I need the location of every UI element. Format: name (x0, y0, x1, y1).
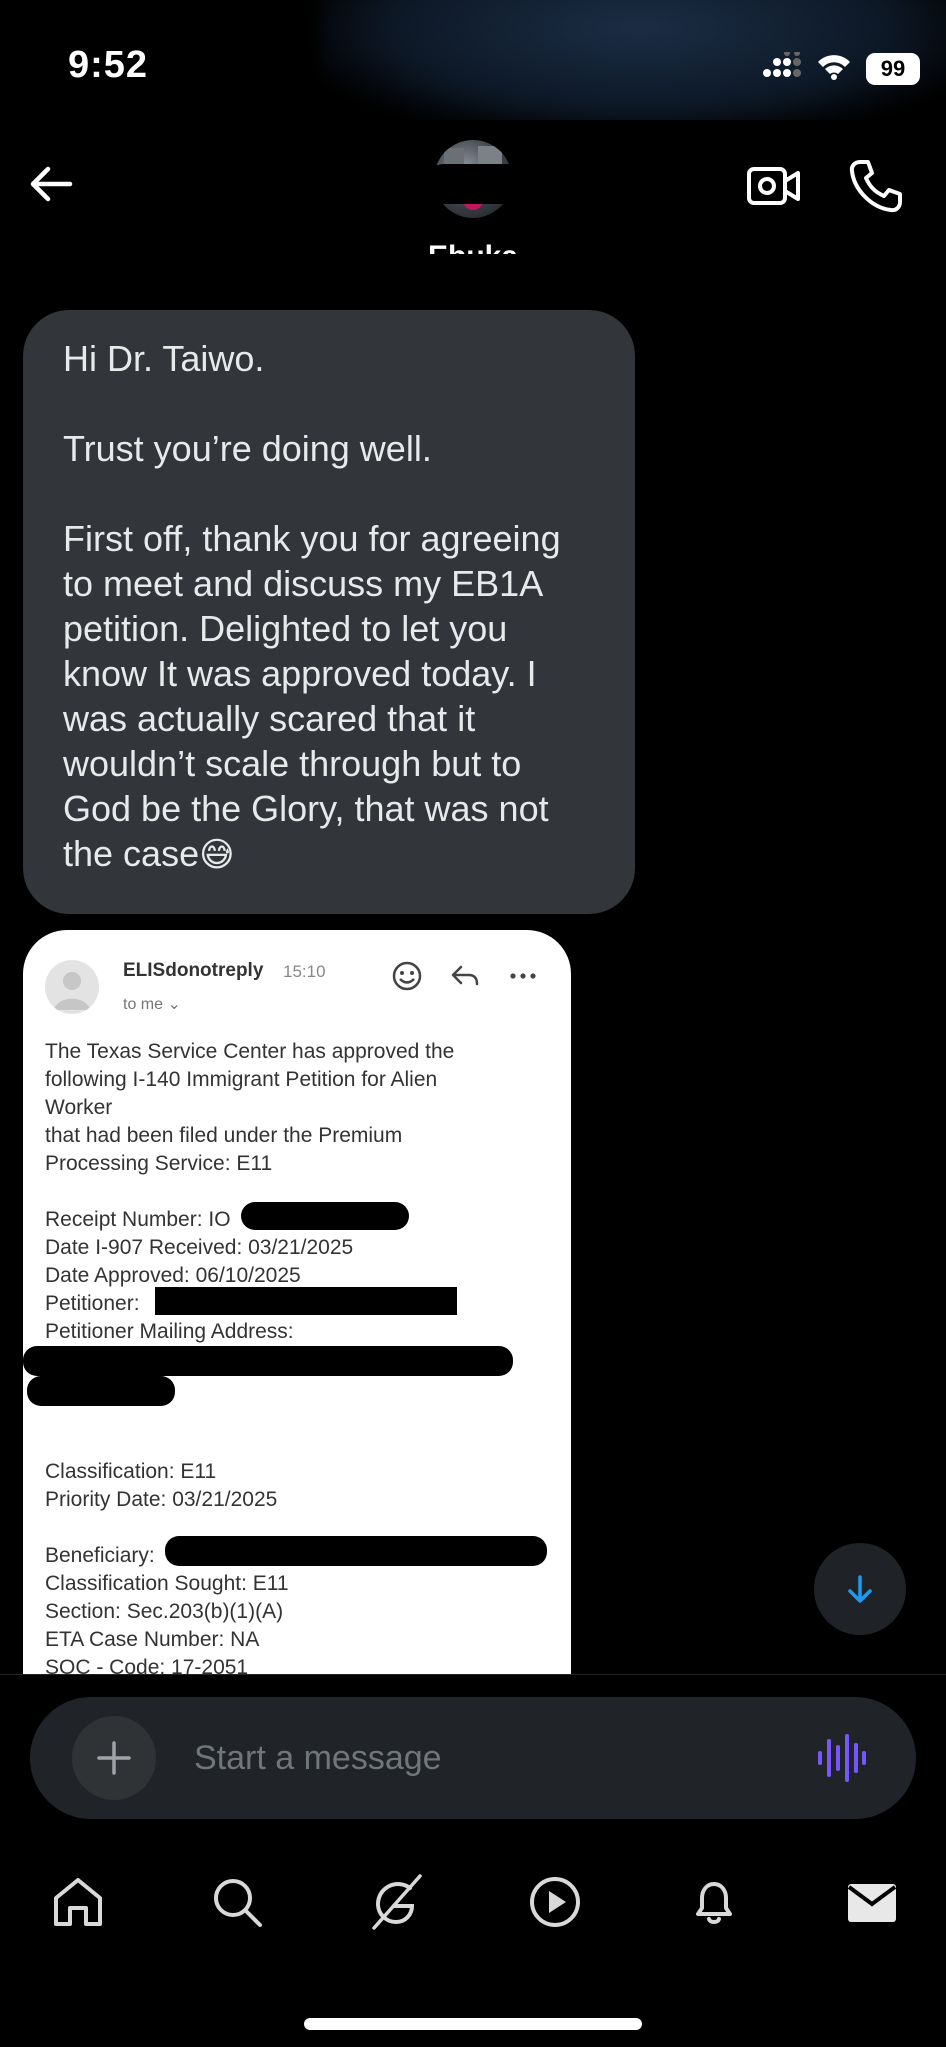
message-composer (30, 1697, 916, 1819)
message-paragraph-text: First off, thank you for agreeing to mee… (63, 518, 561, 874)
video-play-icon (530, 1877, 580, 1927)
conversation-header: Ebuka (0, 120, 946, 308)
status-bar: 9:52 99 (0, 0, 946, 140)
dm-conversation-screen: 9:52 99 Hi Dr. Taiwo. Trust you’re doing… (0, 0, 946, 2047)
back-button[interactable] (26, 158, 78, 210)
battery-indicator: 99 (866, 52, 920, 85)
sender-avatar-icon (45, 960, 99, 1014)
nav-notifications[interactable] (682, 1870, 746, 1934)
redaction-address-2 (27, 1376, 175, 1406)
messages-envelope-icon (847, 1884, 897, 1922)
redaction-receipt (241, 1202, 409, 1230)
composer-area (0, 1674, 946, 1844)
reply-icon (451, 965, 479, 986)
mailing-address-label: Petitioner Mailing Address: (45, 1320, 294, 1343)
redaction-beneficiary (165, 1536, 547, 1566)
email-recipient-text: to me (123, 996, 164, 1013)
email-body-line: following I-140 Immigrant Petition for A… (45, 1068, 438, 1091)
received-message-bubble[interactable]: Hi Dr. Taiwo. Trust you’re doing well. F… (23, 310, 635, 914)
email-body-line: that had been filed under the Premium (45, 1124, 403, 1147)
name-redaction (378, 254, 550, 284)
voice-waveform-icon (818, 1734, 866, 1782)
message-input[interactable] (194, 1727, 754, 1789)
email-actions (391, 960, 539, 992)
emoji-react-icon (392, 961, 422, 991)
section: Section: Sec.203(b)(1)(A) (45, 1600, 284, 1623)
message-line: Trust you’re doing well. (63, 428, 432, 469)
bottom-navigation (0, 1844, 946, 2047)
chevron-down-icon: ⌄ (167, 996, 181, 1013)
email-sender: ELISdonotreply (123, 960, 264, 981)
arrow-down-icon (848, 1575, 872, 1603)
email-recipient: to me ⌄ (123, 994, 181, 1014)
date-approved: Date Approved: 06/10/2025 (45, 1264, 301, 1287)
avatar-redaction (424, 164, 542, 204)
nav-video[interactable] (523, 1870, 587, 1934)
add-media-button[interactable] (72, 1716, 156, 1800)
redaction-address-1 (23, 1346, 513, 1376)
phone-call-icon (849, 160, 902, 213)
cellular-signal-icon (762, 50, 802, 85)
date-i907-received: Date I-907 Received: 03/21/2025 (45, 1236, 354, 1259)
email-screenshot-image[interactable]: ELISdonotreply 15:10 to me ⌄ The Texas S… (23, 930, 571, 1675)
nav-grok[interactable] (364, 1870, 428, 1934)
message-greeting: Hi Dr. Taiwo. (63, 338, 265, 379)
redaction-petitioner (155, 1287, 457, 1315)
email-body-line: The Texas Service Center has approved th… (45, 1040, 455, 1063)
search-icon (214, 1879, 262, 1927)
wifi-icon (816, 52, 852, 85)
more-options-icon (510, 973, 536, 979)
email-time: 15:10 (283, 962, 326, 981)
video-call-button[interactable] (744, 156, 804, 216)
voice-message-button[interactable] (816, 1733, 868, 1783)
message-paragraph: First off, thank you for agreeing to mee… (63, 516, 595, 878)
priority-date: Priority Date: 03/21/2025 (45, 1488, 278, 1511)
email-body-line: Processing Service: E11 (45, 1152, 273, 1175)
phone-call-button[interactable] (846, 156, 906, 216)
sweat-smile-emoji: 😅 (199, 836, 235, 874)
grok-icon (372, 1874, 422, 1930)
plus-icon (97, 1741, 131, 1775)
email-body-line: Worker (45, 1096, 113, 1119)
scroll-to-bottom-button[interactable] (814, 1543, 906, 1635)
nav-messages[interactable] (840, 1870, 904, 1934)
video-call-icon (747, 167, 800, 205)
nav-search[interactable] (205, 1870, 269, 1934)
status-indicators: 99 (762, 50, 920, 85)
classification: Classification: E11 (45, 1460, 217, 1483)
eta-case-number: ETA Case Number: NA (45, 1628, 260, 1651)
classification-sought: Classification Sought: E11 (45, 1572, 289, 1595)
home-icon (54, 1878, 102, 1926)
nav-home[interactable] (46, 1870, 110, 1934)
notifications-bell-icon (696, 1882, 732, 1924)
home-indicator[interactable] (304, 2018, 642, 2030)
back-arrow-icon (30, 166, 73, 202)
soc-code: SOC - Code: 17-2051 (45, 1656, 249, 1675)
status-time: 9:52 (68, 44, 149, 86)
